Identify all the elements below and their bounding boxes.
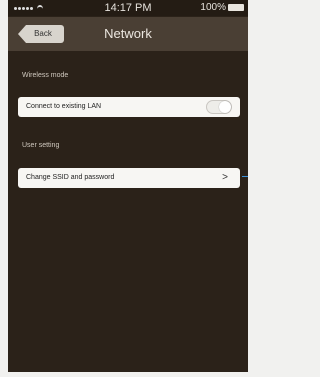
change-ssid-password-label: Change SSID and password — [26, 174, 115, 181]
status-right: 100% — [200, 2, 244, 13]
navigation-bar: Back Network — [8, 17, 248, 51]
change-ssid-password-row[interactable]: Change SSID and password > — [18, 168, 240, 188]
toggle-knob — [219, 101, 231, 113]
connect-existing-lan-row[interactable]: Connect to existing LAN — [18, 97, 240, 117]
section-label-wireless-mode: Wireless mode — [22, 72, 69, 79]
connect-existing-lan-label: Connect to existing LAN — [26, 103, 102, 110]
phone-screen: 14:17 PM 100% Back Network Wireless mode… — [8, 0, 248, 372]
connect-existing-lan-toggle[interactable] — [206, 100, 232, 114]
page-title: Network — [104, 26, 152, 41]
battery-icon — [228, 4, 244, 11]
blue-indicator-line — [242, 176, 248, 177]
section-label-user-setting: User setting — [22, 142, 60, 149]
battery-percent: 100% — [200, 2, 226, 13]
status-bar: 14:17 PM 100% — [8, 0, 248, 16]
chevron-right-icon: > — [222, 172, 228, 183]
